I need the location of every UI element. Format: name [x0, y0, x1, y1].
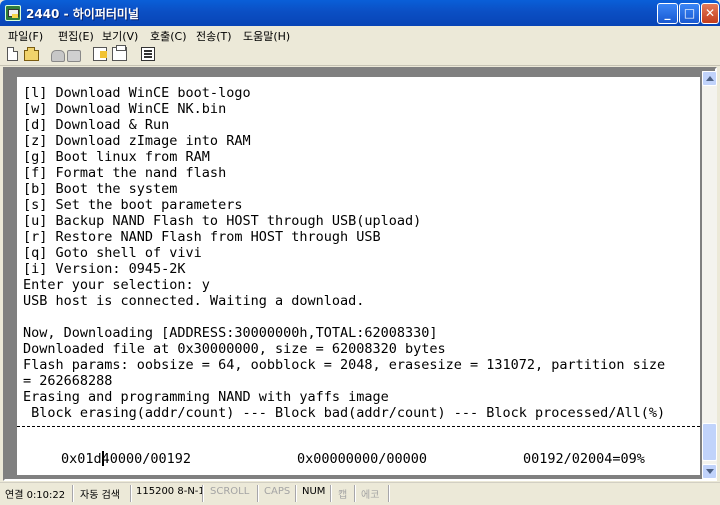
menu-call[interactable]: 호출(C) — [150, 28, 187, 44]
caps-indicator: CAPS — [264, 486, 291, 497]
disconnect-icon[interactable] — [67, 50, 81, 62]
terminal-line: Now, Downloading [ADDRESS:30000000h,TOTA… — [23, 325, 438, 341]
terminal-line: [z] Download zImage into RAM — [23, 133, 251, 149]
send-icon[interactable] — [93, 47, 107, 61]
scroll-up-button[interactable] — [702, 71, 717, 86]
status-bar: 연결 0:10:22 자동 검색 115200 8-N-1 SCROLL CAP… — [0, 482, 720, 505]
connection-time: 연결 0:10:22 — [5, 490, 66, 501]
menu-edit[interactable]: 편집(E) — [58, 28, 94, 44]
terminal-line: Block erasing(addr/count) --- Block bad(… — [23, 405, 666, 421]
hyperterminal-icon — [5, 5, 21, 21]
erasing-progress: 0x01d40000/00192 — [61, 451, 192, 467]
open-icon[interactable] — [24, 47, 39, 61]
bad-block-progress: 0x00000000/00000 — [297, 451, 428, 467]
receive-icon[interactable] — [112, 45, 127, 61]
terminal-line: = 262668288 — [23, 373, 113, 389]
terminal-line: [u] Backup NAND Flash to HOST through US… — [23, 213, 422, 229]
menu-help[interactable]: 도움말(H) — [243, 28, 290, 44]
terminal-line: [b] Boot the system — [23, 181, 178, 197]
terminal-line: [g] Boot linux from RAM — [23, 149, 210, 165]
terminal-line: [q] Goto shell of vivi — [23, 245, 202, 261]
terminal-frame: [l] Download WinCE boot-logo [w] Downloa… — [3, 67, 717, 481]
terminal-line: Downloaded file at 0x30000000, size = 62… — [23, 341, 446, 357]
maximize-button[interactable]: □ — [679, 3, 700, 24]
terminal-line: [f] Format the nand flash — [23, 165, 227, 181]
menu-transfer[interactable]: 전송(T) — [196, 28, 232, 44]
terminal-line: [i] Version: 0945-2K — [23, 261, 186, 277]
terminal-line: Enter your selection: y — [23, 277, 210, 293]
num-indicator: NUM — [302, 486, 326, 497]
terminal-line: USB host is connected. Waiting a downloa… — [23, 293, 365, 309]
echo-indicator: 에코 — [361, 490, 380, 501]
processed-progress: 00192/02004=09% — [523, 451, 645, 467]
scroll-thumb[interactable] — [702, 423, 717, 461]
vertical-scrollbar[interactable] — [702, 71, 717, 479]
call-icon[interactable] — [51, 50, 65, 62]
terminal-divider — [17, 426, 700, 427]
close-button[interactable]: ✕ — [701, 3, 719, 24]
window-title: 2440 - 하이퍼터미널 — [26, 7, 139, 21]
terminal-line: [r] Restore NAND Flash from HOST through… — [23, 229, 381, 245]
title-bar[interactable]: 2440 - 하이퍼터미널 _ □ ✕ — [0, 0, 720, 26]
menu-file[interactable]: 파일(F) — [8, 28, 43, 44]
terminal-line: [l] Download WinCE boot-logo — [23, 85, 251, 101]
terminal-screen[interactable]: [l] Download WinCE boot-logo [w] Downloa… — [17, 77, 700, 475]
minimize-button[interactable]: _ — [657, 3, 678, 24]
terminal-line: Flash params: oobsize = 64, oobblock = 2… — [23, 357, 666, 373]
terminal-line: [s] Set the boot parameters — [23, 197, 243, 213]
new-icon[interactable] — [7, 47, 18, 61]
capture-indicator: 캡 — [338, 490, 348, 501]
scroll-indicator: SCROLL — [210, 486, 250, 497]
text-cursor — [102, 451, 104, 466]
scroll-down-button[interactable] — [702, 464, 717, 479]
terminal-line: [w] Download WinCE NK.bin — [23, 101, 227, 117]
terminal-line: [d] Download & Run — [23, 117, 170, 133]
port-settings: 115200 8-N-1 — [136, 486, 205, 497]
detect-mode: 자동 검색 — [80, 490, 120, 501]
terminal-line: Erasing and programming NAND with yaffs … — [23, 389, 389, 405]
toolbar — [0, 44, 720, 66]
menu-view[interactable]: 보기(V) — [102, 28, 138, 44]
menu-bar: 파일(F) 편집(E) 보기(V) 호출(C) 전송(T) 도움말(H) — [0, 26, 720, 44]
properties-icon[interactable] — [141, 47, 155, 61]
